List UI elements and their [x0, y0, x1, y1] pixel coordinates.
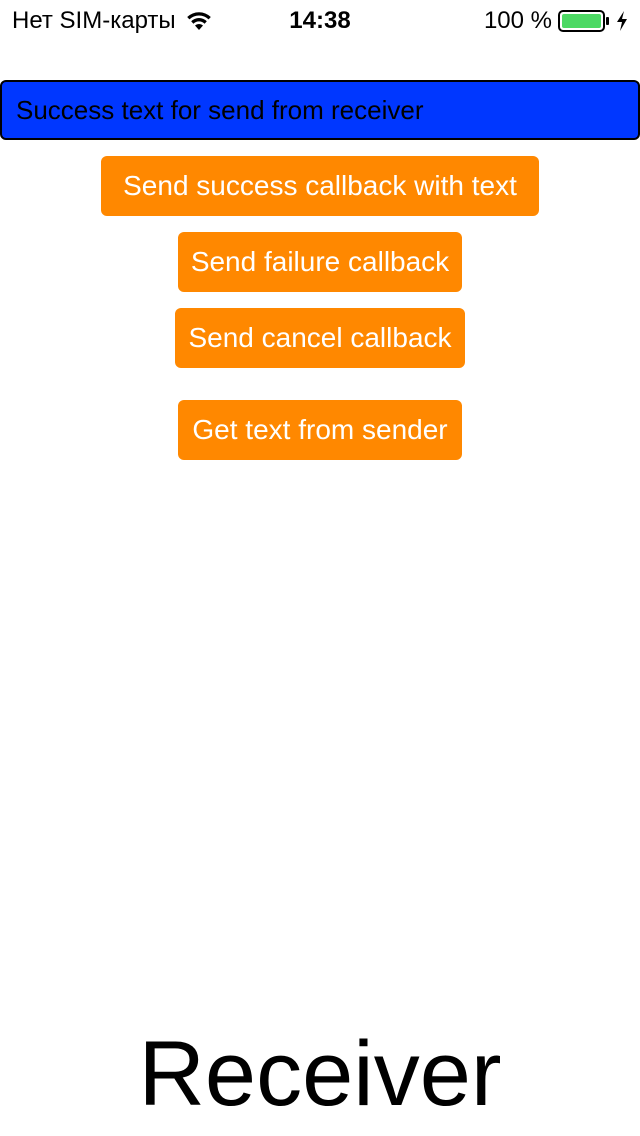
result-text-field[interactable]: Success text for send from receiver	[0, 80, 640, 140]
screen-title: Receiver	[138, 1023, 502, 1125]
battery-percent: 100 %	[483, 7, 552, 34]
status-bar: Нет SIM-карты 14:38 100 %	[0, 0, 640, 40]
charging-bolt-icon	[616, 10, 628, 32]
battery-icon	[558, 10, 610, 32]
send-success-callback-button[interactable]: Send success callback with text	[101, 156, 539, 216]
receiver-screen: Нет SIM-карты 14:38 100 % Success text f…	[0, 0, 640, 1136]
get-text-from-sender-button[interactable]: Get text from sender	[178, 400, 462, 460]
send-failure-callback-button[interactable]: Send failure callback	[178, 232, 462, 292]
status-right-group: 100 %	[484, 8, 628, 34]
send-cancel-callback-button[interactable]: Send cancel callback	[175, 308, 465, 368]
